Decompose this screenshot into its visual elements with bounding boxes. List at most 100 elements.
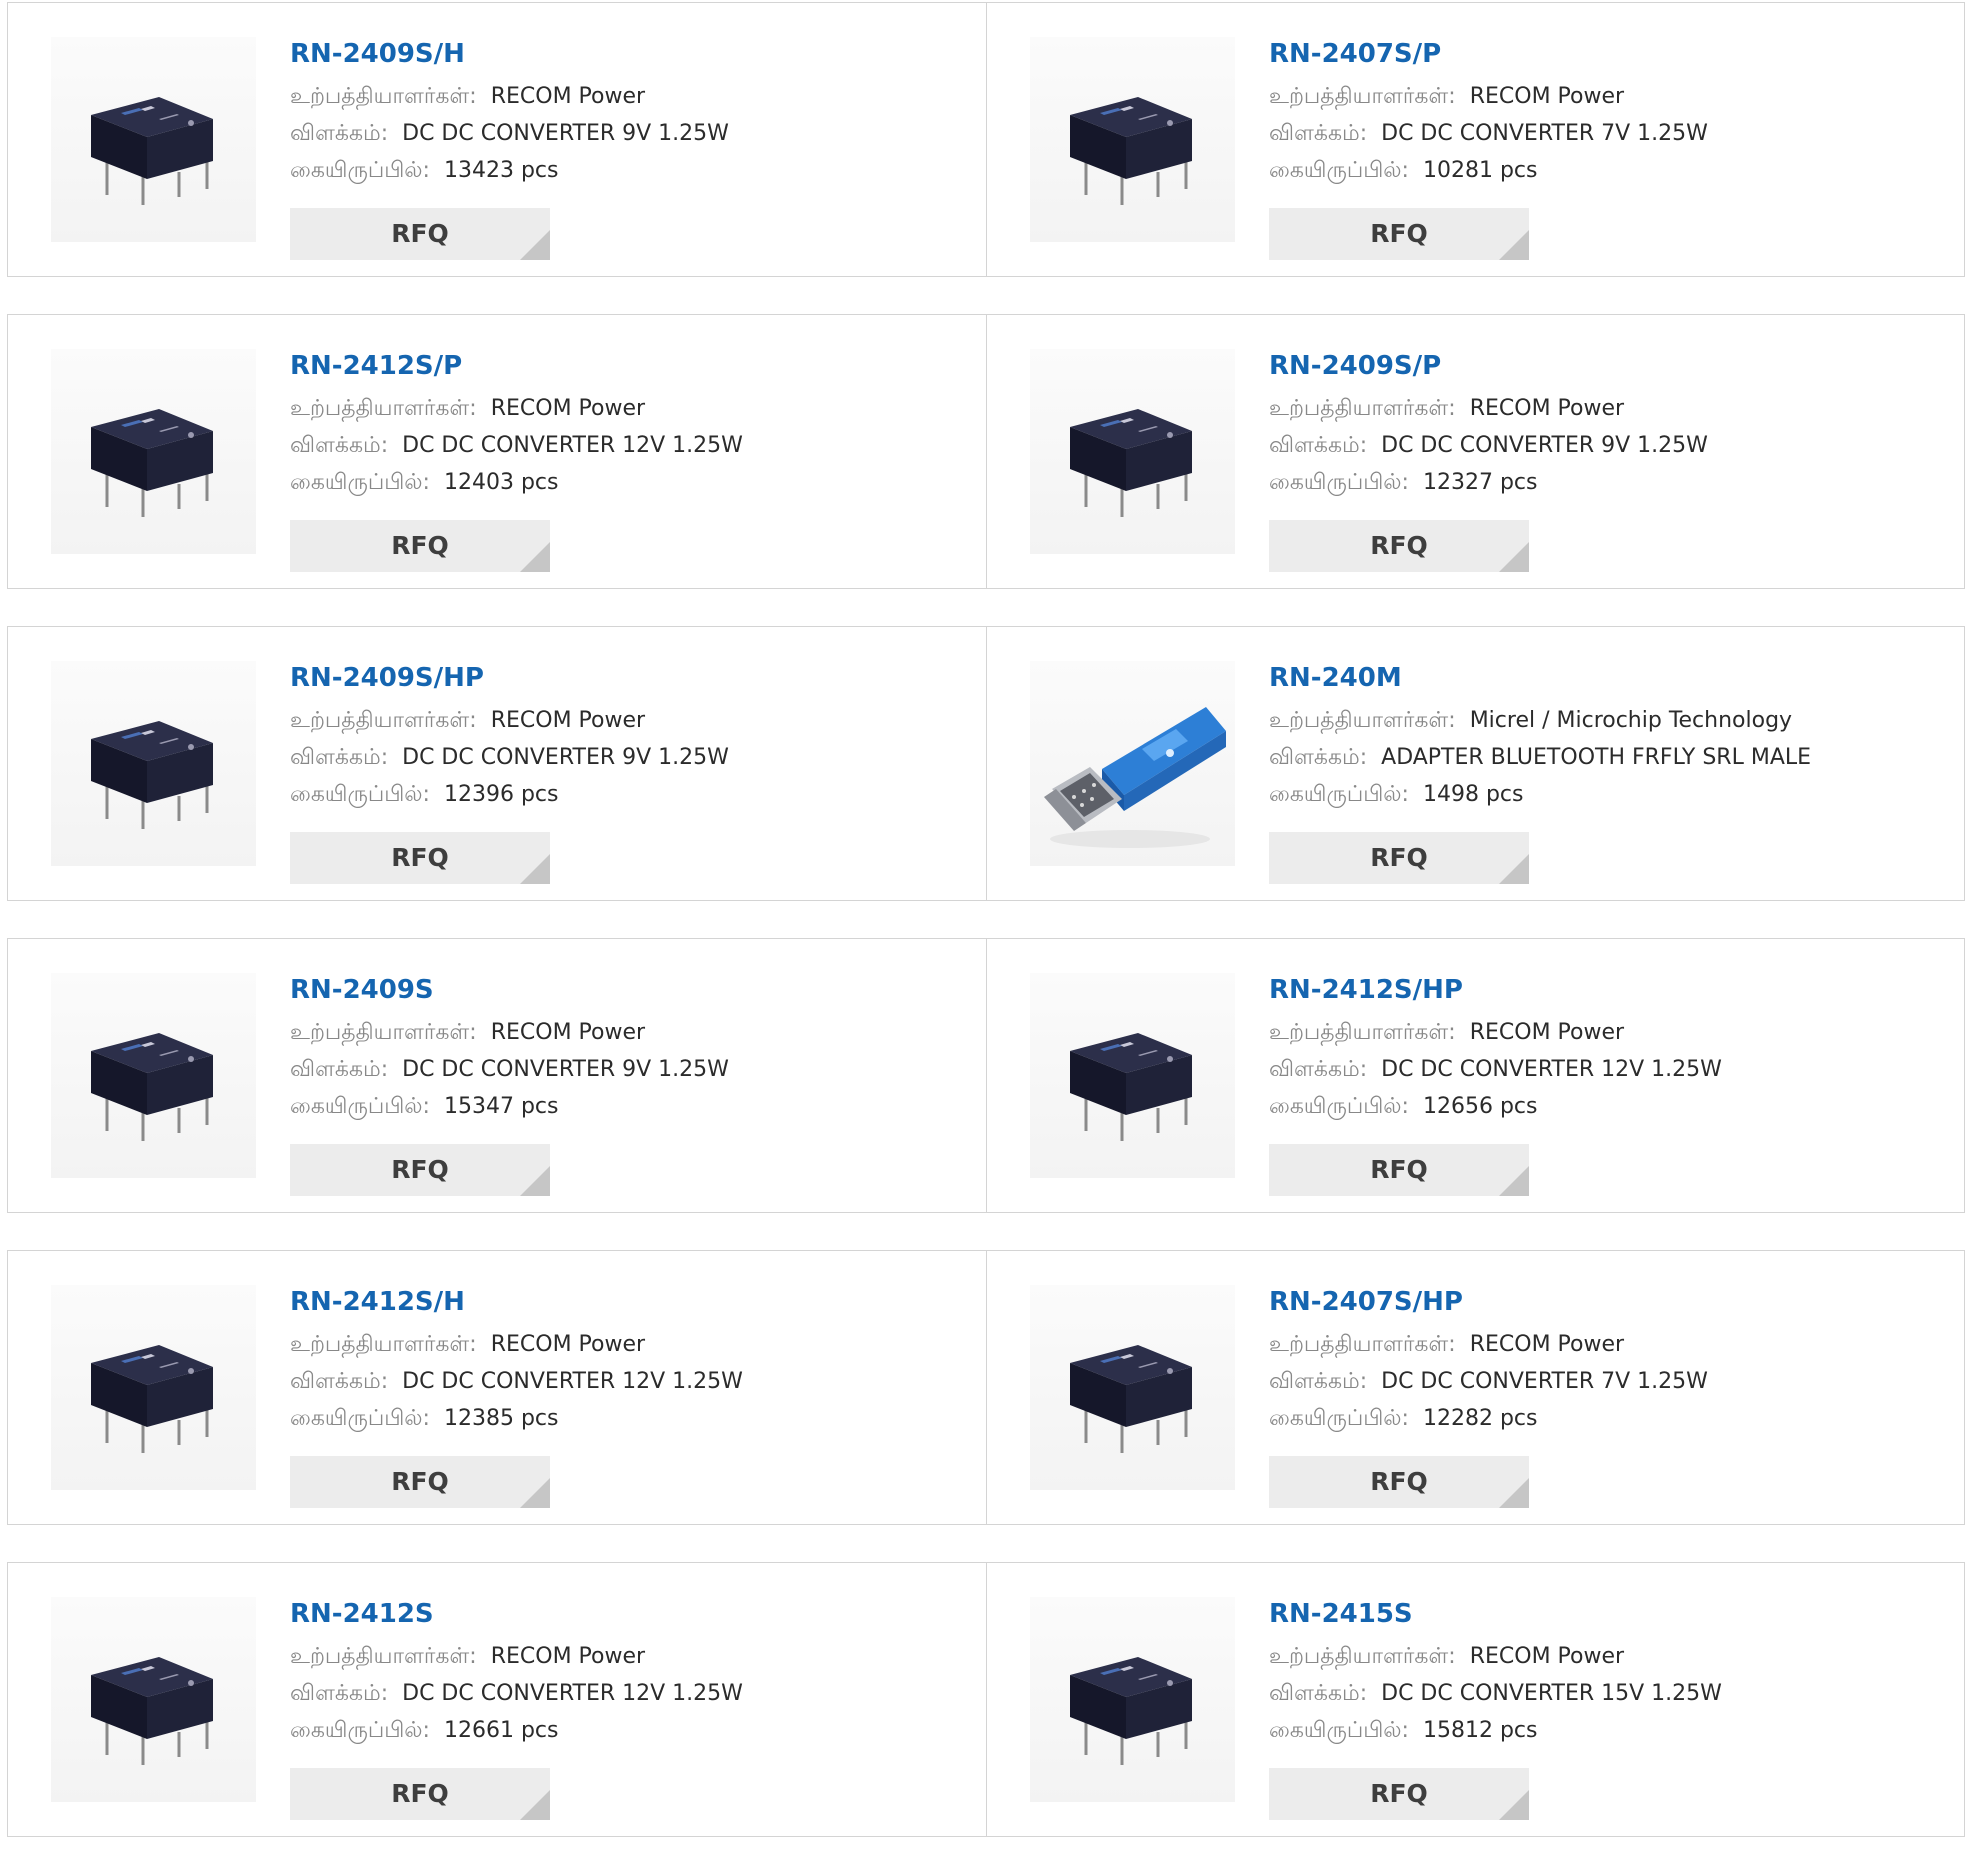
description-label: விளக்கம்: xyxy=(1269,745,1368,770)
stock-value: 12385 pcs xyxy=(443,1406,559,1431)
product-name-link[interactable]: RN-2407S/P xyxy=(1269,37,1441,71)
manufacturer-value: RECOM Power xyxy=(490,1020,646,1045)
stock-value: 12656 pcs xyxy=(1422,1094,1538,1119)
manufacturer-value: RECOM Power xyxy=(1469,1644,1625,1669)
manufacturer-row: உற்பத்தியாளர்கள்: RECOM Power xyxy=(290,78,976,115)
description-row: விளக்கம்: DC DC CONVERTER 9V 1.25W xyxy=(1269,427,1954,464)
product-image[interactable] xyxy=(51,349,256,554)
product-image[interactable] xyxy=(51,973,256,1178)
manufacturer-row: உற்பத்தியாளர்கள்: RECOM Power xyxy=(1269,1014,1954,1051)
stock-label: கையிருப்பில்: xyxy=(290,1718,430,1743)
manufacturer-label: உற்பத்தியாளர்கள்: xyxy=(1269,84,1456,109)
product-image[interactable] xyxy=(51,1597,256,1802)
product-info: RN-2412S/P உற்பத்தியாளர்கள்: RECOM Power … xyxy=(290,349,976,572)
description-value: DC DC CONVERTER 9V 1.25W xyxy=(402,1057,729,1082)
stock-row: கையிருப்பில்: 12661 pcs xyxy=(290,1712,976,1749)
stock-label: கையிருப்பில்: xyxy=(1269,1718,1409,1743)
stock-value: 10281 pcs xyxy=(1422,158,1538,183)
product-name-link[interactable]: RN-2409S/HP xyxy=(290,661,484,695)
product-name-link[interactable]: RN-2412S xyxy=(290,1597,434,1631)
product-image[interactable] xyxy=(51,1285,256,1490)
product-name-link[interactable]: RN-2407S/HP xyxy=(1269,1285,1463,1319)
corner-triangle-icon xyxy=(520,1166,550,1196)
dc-converter-module-icon xyxy=(91,1033,213,1141)
description-value: DC DC CONVERTER 7V 1.25W xyxy=(1381,1369,1708,1394)
product-name-link[interactable]: RN-240M xyxy=(1269,661,1402,695)
product-image[interactable] xyxy=(1030,973,1235,1178)
manufacturer-value: RECOM Power xyxy=(490,1332,646,1357)
corner-triangle-icon xyxy=(520,1478,550,1508)
rfq-button[interactable]: RFQ xyxy=(290,208,550,260)
manufacturer-label: உற்பத்தியாளர்கள்: xyxy=(290,1332,477,1357)
product-image[interactable] xyxy=(1030,349,1235,554)
product-info: RN-2412S உற்பத்தியாளர்கள்: RECOM Power வி… xyxy=(290,1597,976,1820)
product-info: RN-2409S/H உற்பத்தியாளர்கள்: RECOM Power … xyxy=(290,37,976,260)
stock-row: கையிருப்பில்: 15812 pcs xyxy=(1269,1712,1954,1749)
product-image[interactable] xyxy=(1030,661,1235,866)
rfq-button[interactable]: RFQ xyxy=(1269,832,1529,884)
stock-row: கையிருப்பில்: 12656 pcs xyxy=(1269,1088,1954,1125)
description-label: விளக்கம்: xyxy=(1269,121,1368,146)
rfq-label: RFQ xyxy=(1370,1467,1428,1496)
stock-value: 12282 pcs xyxy=(1422,1406,1538,1431)
manufacturer-row: உற்பத்தியாளர்கள்: RECOM Power xyxy=(290,1326,976,1363)
product-image[interactable] xyxy=(1030,1285,1235,1490)
product-info: RN-240M உற்பத்தியாளர்கள்: Micrel / Microc… xyxy=(1269,661,1954,884)
stock-row: கையிருப்பில்: 12385 pcs xyxy=(290,1400,976,1437)
manufacturer-row: உற்பத்தியாளர்கள்: RECOM Power xyxy=(290,702,976,739)
product-image[interactable] xyxy=(51,37,256,242)
product-name-link[interactable]: RN-2415S xyxy=(1269,1597,1413,1631)
product-card: RN-2407S/HP உற்பத்தியாளர்கள்: RECOM Power… xyxy=(986,1251,1964,1524)
product-name-link[interactable]: RN-2412S/H xyxy=(290,1285,465,1319)
product-info: RN-2409S/HP உற்பத்தியாளர்கள்: RECOM Power… xyxy=(290,661,976,884)
rfq-label: RFQ xyxy=(391,1155,449,1184)
stock-value: 15812 pcs xyxy=(1422,1718,1538,1743)
product-card: RN-2412S உற்பத்தியாளர்கள்: RECOM Power வி… xyxy=(8,1563,986,1836)
description-row: விளக்கம்: DC DC CONVERTER 9V 1.25W xyxy=(290,739,976,776)
product-row: RN-2409S உற்பத்தியாளர்கள்: RECOM Power வி… xyxy=(7,938,1965,1213)
product-info: RN-2412S/H உற்பத்தியாளர்கள்: RECOM Power … xyxy=(290,1285,976,1508)
rfq-label: RFQ xyxy=(1370,219,1428,248)
stock-row: கையிருப்பில்: 10281 pcs xyxy=(1269,152,1954,189)
manufacturer-value: RECOM Power xyxy=(490,1644,646,1669)
description-value: DC DC CONVERTER 12V 1.25W xyxy=(1381,1057,1722,1082)
description-row: விளக்கம்: DC DC CONVERTER 9V 1.25W xyxy=(290,1051,976,1088)
description-label: விளக்கம்: xyxy=(1269,1369,1368,1394)
stock-value: 1498 pcs xyxy=(1422,782,1524,807)
manufacturer-label: உற்பத்தியாளர்கள்: xyxy=(290,396,477,421)
description-value: DC DC CONVERTER 9V 1.25W xyxy=(1381,433,1708,458)
stock-label: கையிருப்பில்: xyxy=(1269,158,1409,183)
rfq-button[interactable]: RFQ xyxy=(1269,1456,1529,1508)
manufacturer-row: உற்பத்தியாளர்கள்: Micrel / Microchip Tech… xyxy=(1269,702,1954,739)
product-card: RN-2407S/P உற்பத்தியாளர்கள்: RECOM Power … xyxy=(986,3,1964,276)
description-row: விளக்கம்: DC DC CONVERTER 12V 1.25W xyxy=(290,1363,976,1400)
manufacturer-label: உற்பத்தியாளர்கள்: xyxy=(290,1020,477,1045)
product-name-link[interactable]: RN-2409S xyxy=(290,973,434,1007)
product-name-link[interactable]: RN-2412S/HP xyxy=(1269,973,1463,1007)
product-image[interactable] xyxy=(1030,37,1235,242)
product-name-link[interactable]: RN-2409S/H xyxy=(290,37,465,71)
rfq-button[interactable]: RFQ xyxy=(1269,1768,1529,1820)
manufacturer-label: உற்பத்தியாளர்கள்: xyxy=(290,84,477,109)
rfq-button[interactable]: RFQ xyxy=(1269,1144,1529,1196)
corner-triangle-icon xyxy=(520,854,550,884)
product-image[interactable] xyxy=(1030,1597,1235,1802)
stock-label: கையிருப்பில்: xyxy=(290,1094,430,1119)
stock-row: கையிருப்பில்: 12327 pcs xyxy=(1269,464,1954,501)
rfq-button[interactable]: RFQ xyxy=(290,1456,550,1508)
stock-row: கையிருப்பில்: 1498 pcs xyxy=(1269,776,1954,813)
rfq-button[interactable]: RFQ xyxy=(1269,208,1529,260)
rfq-button[interactable]: RFQ xyxy=(290,520,550,572)
rfq-button[interactable]: RFQ xyxy=(290,832,550,884)
rfq-label: RFQ xyxy=(1370,531,1428,560)
product-name-link[interactable]: RN-2412S/P xyxy=(290,349,462,383)
product-name-link[interactable]: RN-2409S/P xyxy=(1269,349,1441,383)
rfq-button[interactable]: RFQ xyxy=(290,1768,550,1820)
rfq-button[interactable]: RFQ xyxy=(1269,520,1529,572)
product-image[interactable] xyxy=(51,661,256,866)
rfq-button[interactable]: RFQ xyxy=(290,1144,550,1196)
product-info: RN-2409S/P உற்பத்தியாளர்கள்: RECOM Power … xyxy=(1269,349,1954,572)
product-card: RN-2415S உற்பத்தியாளர்கள்: RECOM Power வி… xyxy=(986,1563,1964,1836)
description-row: விளக்கம்: DC DC CONVERTER 12V 1.25W xyxy=(290,1675,976,1712)
corner-triangle-icon xyxy=(520,1790,550,1820)
